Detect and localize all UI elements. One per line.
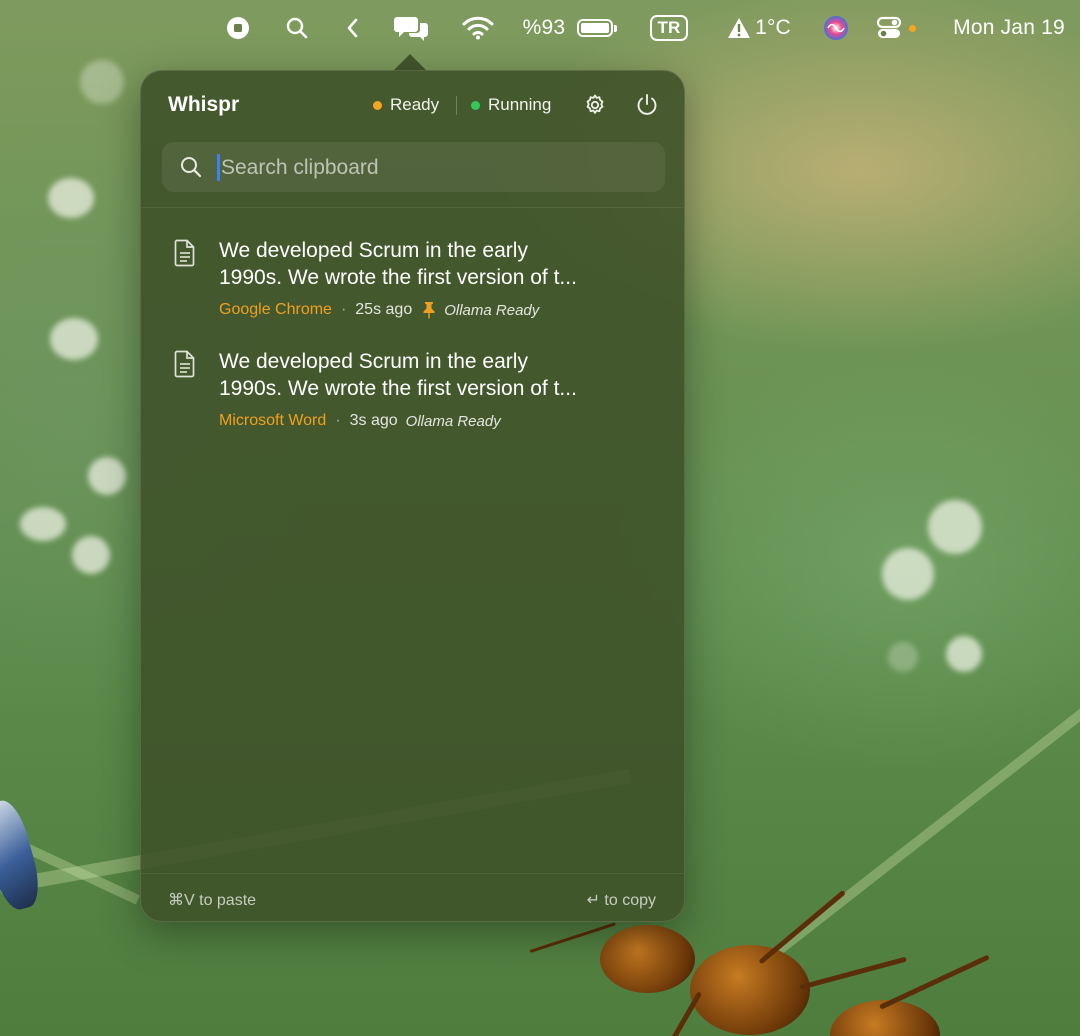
clipboard-item-line: 1990s. We wrote the first version of t..…	[219, 377, 577, 400]
copy-hint: ↵ to copy	[586, 892, 656, 909]
whispr-popover: Whispr Ready Running We developed Scrum …	[140, 70, 685, 922]
document-icon	[174, 239, 195, 267]
ready-status: Ready	[373, 95, 439, 115]
warning-icon	[728, 18, 751, 38]
wallpaper-bokeh	[928, 500, 982, 554]
stop-circle-icon[interactable]	[224, 0, 252, 56]
wallpaper-bokeh	[946, 636, 982, 672]
popover-arrow	[393, 54, 427, 71]
status-separator	[456, 96, 457, 115]
document-icon	[174, 350, 195, 378]
menu-bar: %93 TR 1°C Mon Jan 19	[0, 0, 1080, 56]
chat-bubbles-icon[interactable]	[392, 0, 432, 56]
ant-leg	[799, 956, 907, 990]
meta-separator: ·	[340, 301, 347, 318]
running-status: Running	[471, 95, 551, 115]
chevron-left-icon[interactable]	[340, 0, 366, 56]
ready-status-label: Ready	[390, 95, 440, 114]
app-title: Whispr	[168, 93, 240, 116]
wallpaper-bokeh	[20, 507, 66, 541]
paste-hint: ⌘V to paste	[168, 892, 257, 909]
wifi-icon[interactable]	[460, 0, 496, 56]
copied-time: 25s ago	[355, 301, 413, 318]
wallpaper-bokeh	[888, 642, 918, 672]
source-app: Microsoft Word	[219, 412, 327, 429]
siri-icon[interactable]	[822, 0, 850, 56]
clipboard-item-line: 1990s. We wrote the first version of t..…	[219, 266, 577, 289]
running-status-dot	[471, 100, 480, 110]
power-icon[interactable]	[635, 93, 659, 117]
clipboard-item[interactable]: We developed Scrum in the early 1990s. W…	[141, 237, 684, 337]
search-icon	[181, 157, 202, 178]
wallpaper-bokeh	[72, 536, 110, 574]
popover-header: Whispr Ready Running	[141, 71, 684, 139]
control-center-indicator-dot	[908, 24, 916, 32]
ready-status-dot	[373, 100, 382, 110]
model-status: Ollama Ready	[444, 301, 540, 319]
ant-head	[600, 925, 695, 993]
clipboard-item-meta: Google Chrome · 25s ago Ollama Ready	[219, 301, 539, 319]
leaf-vein	[756, 702, 1080, 969]
wallpaper-bokeh	[882, 548, 934, 600]
control-center-icon[interactable]	[874, 0, 918, 56]
wallpaper-bokeh	[50, 318, 98, 360]
battery-icon[interactable]	[572, 0, 618, 56]
source-app: Google Chrome	[219, 301, 332, 318]
ant-leg	[647, 991, 703, 1036]
header-divider	[141, 207, 684, 208]
footer-divider	[141, 873, 684, 874]
clipboard-item-text: We developed Scrum in the early 1990s. W…	[219, 237, 629, 291]
keyboard-layout-label: TR	[650, 15, 688, 41]
wallpaper-bokeh	[48, 178, 94, 218]
settings-gear-icon[interactable]	[583, 93, 607, 117]
running-status-label: Running	[488, 95, 552, 114]
search-field[interactable]	[162, 142, 665, 192]
clipboard-item-meta: Microsoft Word · 3s ago Ollama Ready	[219, 412, 501, 430]
clipboard-item-line: We developed Scrum in the early	[219, 350, 528, 373]
battery-percentage: %93	[522, 16, 566, 39]
weather-widget[interactable]: 1°C	[722, 0, 796, 56]
clipboard-item-line: We developed Scrum in the early	[219, 239, 528, 262]
pin-icon[interactable]	[422, 301, 436, 319]
wallpaper-bokeh	[80, 60, 124, 104]
ant-leg	[758, 889, 846, 965]
clipboard-item-text: We developed Scrum in the early 1990s. W…	[219, 348, 629, 402]
search-icon[interactable]	[283, 0, 311, 56]
copied-time: 3s ago	[349, 412, 398, 429]
menubar-clock[interactable]: Mon Jan 19	[944, 0, 1074, 56]
wallpaper-bokeh	[88, 457, 126, 495]
search-input[interactable]	[219, 150, 643, 186]
ant-thorax	[690, 945, 810, 1035]
input-source-menu[interactable]: TR	[648, 0, 690, 56]
clipboard-item[interactable]: We developed Scrum in the early 1990s. W…	[141, 348, 684, 448]
meta-separator: ·	[335, 412, 341, 429]
weather-temperature: 1°C	[755, 16, 791, 39]
model-status: Ollama Ready	[405, 412, 501, 430]
